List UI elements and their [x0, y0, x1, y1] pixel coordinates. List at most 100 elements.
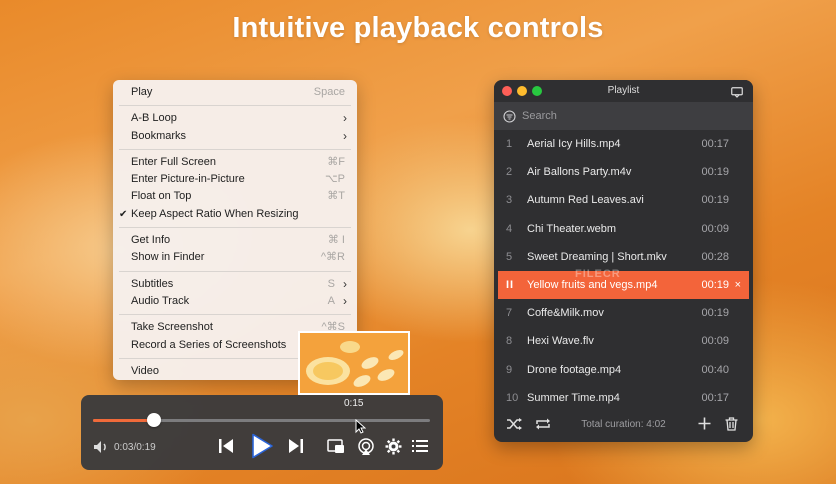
menu-item-get-info[interactable]: Get Info ⌘ I	[113, 232, 357, 249]
menu-item-audio-track[interactable]: Audio Track A ›	[113, 293, 357, 310]
playlist-item[interactable]: 2 Air Ballons Party.m4v 00:19	[494, 158, 753, 186]
playlist-item[interactable]: 7 Coffe&Milk.mov 00:19	[494, 299, 753, 327]
pip-icon[interactable]	[327, 439, 345, 459]
item-number: 9	[506, 363, 513, 376]
playback-time: 0:03/0:19	[114, 442, 156, 453]
item-number: 3	[506, 194, 513, 207]
item-number: 5	[506, 250, 513, 263]
seek-knob[interactable]	[146, 413, 161, 427]
menu-item-label: Show in Finder	[131, 251, 205, 264]
menu-item-bookmarks[interactable]: Bookmarks ›	[113, 128, 357, 145]
menu-item-show-in-finder[interactable]: Show in Finder ^⌘R	[113, 249, 357, 266]
playlist-icon[interactable]	[412, 439, 428, 458]
playlist-item[interactable]: 1 Aerial Icy Hills.mp4 00:17	[494, 130, 753, 158]
trash-icon[interactable]	[725, 417, 738, 436]
menu-item-label: Enter Picture-in-Picture	[131, 173, 245, 186]
menu-item-label: Subtitles	[131, 277, 174, 290]
menu-item-label: Take Screenshot	[131, 321, 213, 334]
item-title: Chi Theater.webm	[527, 222, 617, 235]
menu-item-label: Record a Series of Screenshots	[131, 338, 287, 351]
filter-icon	[503, 110, 516, 128]
item-duration: 00:19	[701, 278, 729, 291]
menu-item-ab-loop[interactable]: A-B Loop ›	[113, 110, 357, 127]
shortcut-label: ^⌘R	[320, 251, 345, 264]
menu-separator	[119, 148, 351, 150]
menu-separator	[119, 314, 351, 316]
item-title: Hexi Wave.flv	[527, 335, 594, 348]
playlist-footer: Total curation: 4:02	[494, 408, 753, 442]
menu-separator	[119, 227, 351, 229]
previous-icon[interactable]	[218, 436, 234, 461]
playlist-search[interactable]: Search	[494, 102, 753, 130]
menu-item-float-on-top[interactable]: Float on Top ⌘T	[113, 188, 357, 205]
seek-bar[interactable]	[93, 413, 430, 427]
item-title: Drone footage.mp4	[527, 363, 622, 376]
airplay-icon[interactable]	[357, 438, 375, 461]
item-duration: 00:19	[701, 307, 729, 320]
remove-item-icon[interactable]: ×	[735, 271, 741, 299]
search-input[interactable]: Search	[522, 110, 557, 122]
menu-item-full-screen[interactable]: Enter Full Screen ⌘F	[113, 154, 357, 171]
item-number: 8	[506, 335, 513, 348]
item-title: Air Ballons Party.m4v	[527, 166, 632, 179]
add-icon[interactable]	[698, 417, 711, 435]
playlist-item[interactable]: 9 Drone footage.mp4 00:40	[494, 356, 753, 384]
watermark: FILECR	[575, 268, 621, 280]
settings-icon[interactable]	[385, 438, 402, 460]
playlist-window: Playlist Search 1 Aerial Icy Hills.mp4 00:…	[494, 80, 753, 442]
playlist-item[interactable]: 4 Chi Theater.webm 00:09	[494, 215, 753, 243]
item-number: 2	[506, 166, 513, 179]
playlist-items: 1 Aerial Icy Hills.mp4 00:17 2 Air Ballons P…	[494, 130, 753, 412]
shortcut-label: ⌘T	[327, 190, 345, 203]
player-controls: 0:15 0:03/0:19	[81, 395, 443, 470]
chat-icon[interactable]	[731, 85, 743, 103]
item-duration: 00:19	[701, 194, 729, 207]
item-duration: 00:19	[701, 166, 729, 179]
shortcut-label: ⌘ I	[327, 234, 345, 247]
cursor-icon	[355, 418, 367, 439]
item-title: Aerial Icy Hills.mp4	[527, 138, 621, 150]
item-title: Coffe&Milk.mov	[527, 307, 604, 320]
menu-item-label: Video	[131, 364, 159, 377]
item-title: Sweet Dreaming | Short.mkv	[527, 250, 667, 263]
chevron-right-icon: ›	[343, 128, 347, 143]
menu-item-label: Play	[131, 86, 153, 98]
menu-separator	[119, 270, 351, 272]
seek-bar-fill	[93, 419, 154, 422]
playlist-title: Playlist	[607, 85, 640, 96]
chevron-right-icon: ›	[343, 276, 347, 291]
item-number: 4	[506, 222, 513, 235]
chevron-right-icon: ›	[343, 293, 347, 308]
playlist-item[interactable]: 5 Sweet Dreaming | Short.mkv 00:28	[494, 243, 753, 271]
menu-item-label: Get Info	[131, 234, 171, 247]
play-icon[interactable]	[251, 433, 273, 464]
next-icon[interactable]	[288, 436, 304, 461]
menu-item-play[interactable]: Play Space	[113, 84, 357, 101]
shortcut-label: ⌥P	[324, 173, 345, 186]
item-duration: 00:17	[701, 138, 729, 150]
item-duration: 00:40	[701, 363, 729, 376]
playlist-item-playing[interactable]: II Yellow fruits and vegs.mp4 00:19 ×	[498, 270, 749, 300]
menu-item-subtitles[interactable]: Subtitles S ›	[113, 276, 357, 293]
shortcut-label: Space	[313, 86, 345, 98]
item-duration: 00:09	[701, 222, 729, 235]
shortcut-label: ⌘F	[327, 155, 345, 168]
menu-item-label: A-B Loop	[131, 112, 177, 125]
headline: Intuitive playback controls	[232, 12, 604, 44]
frame-preview-thumbnail	[298, 331, 410, 395]
item-duration: 00:09	[701, 335, 729, 348]
playlist-item[interactable]: 3 Autumn Red Leaves.avi 00:19	[494, 186, 753, 214]
volume-icon[interactable]	[93, 440, 110, 459]
menu-item-pip[interactable]: Enter Picture-in-Picture ⌥P	[113, 171, 357, 188]
item-duration: 00:28	[701, 250, 729, 263]
playlist-titlebar: Playlist	[494, 80, 753, 102]
menu-item-label: Keep Aspect Ratio When Resizing	[131, 207, 299, 220]
fruit-preview-image	[300, 333, 408, 393]
pause-indicator: II	[506, 278, 515, 291]
menu-item-label: Audio Track	[131, 294, 190, 307]
item-number: 7	[506, 307, 513, 320]
checkmark-icon: ✔	[119, 208, 128, 220]
playlist-item[interactable]: 8 Hexi Wave.flv 00:09	[494, 327, 753, 355]
menu-item-keep-aspect[interactable]: ✔ Keep Aspect Ratio When Resizing	[113, 206, 357, 223]
shortcut-label: A	[327, 294, 335, 307]
